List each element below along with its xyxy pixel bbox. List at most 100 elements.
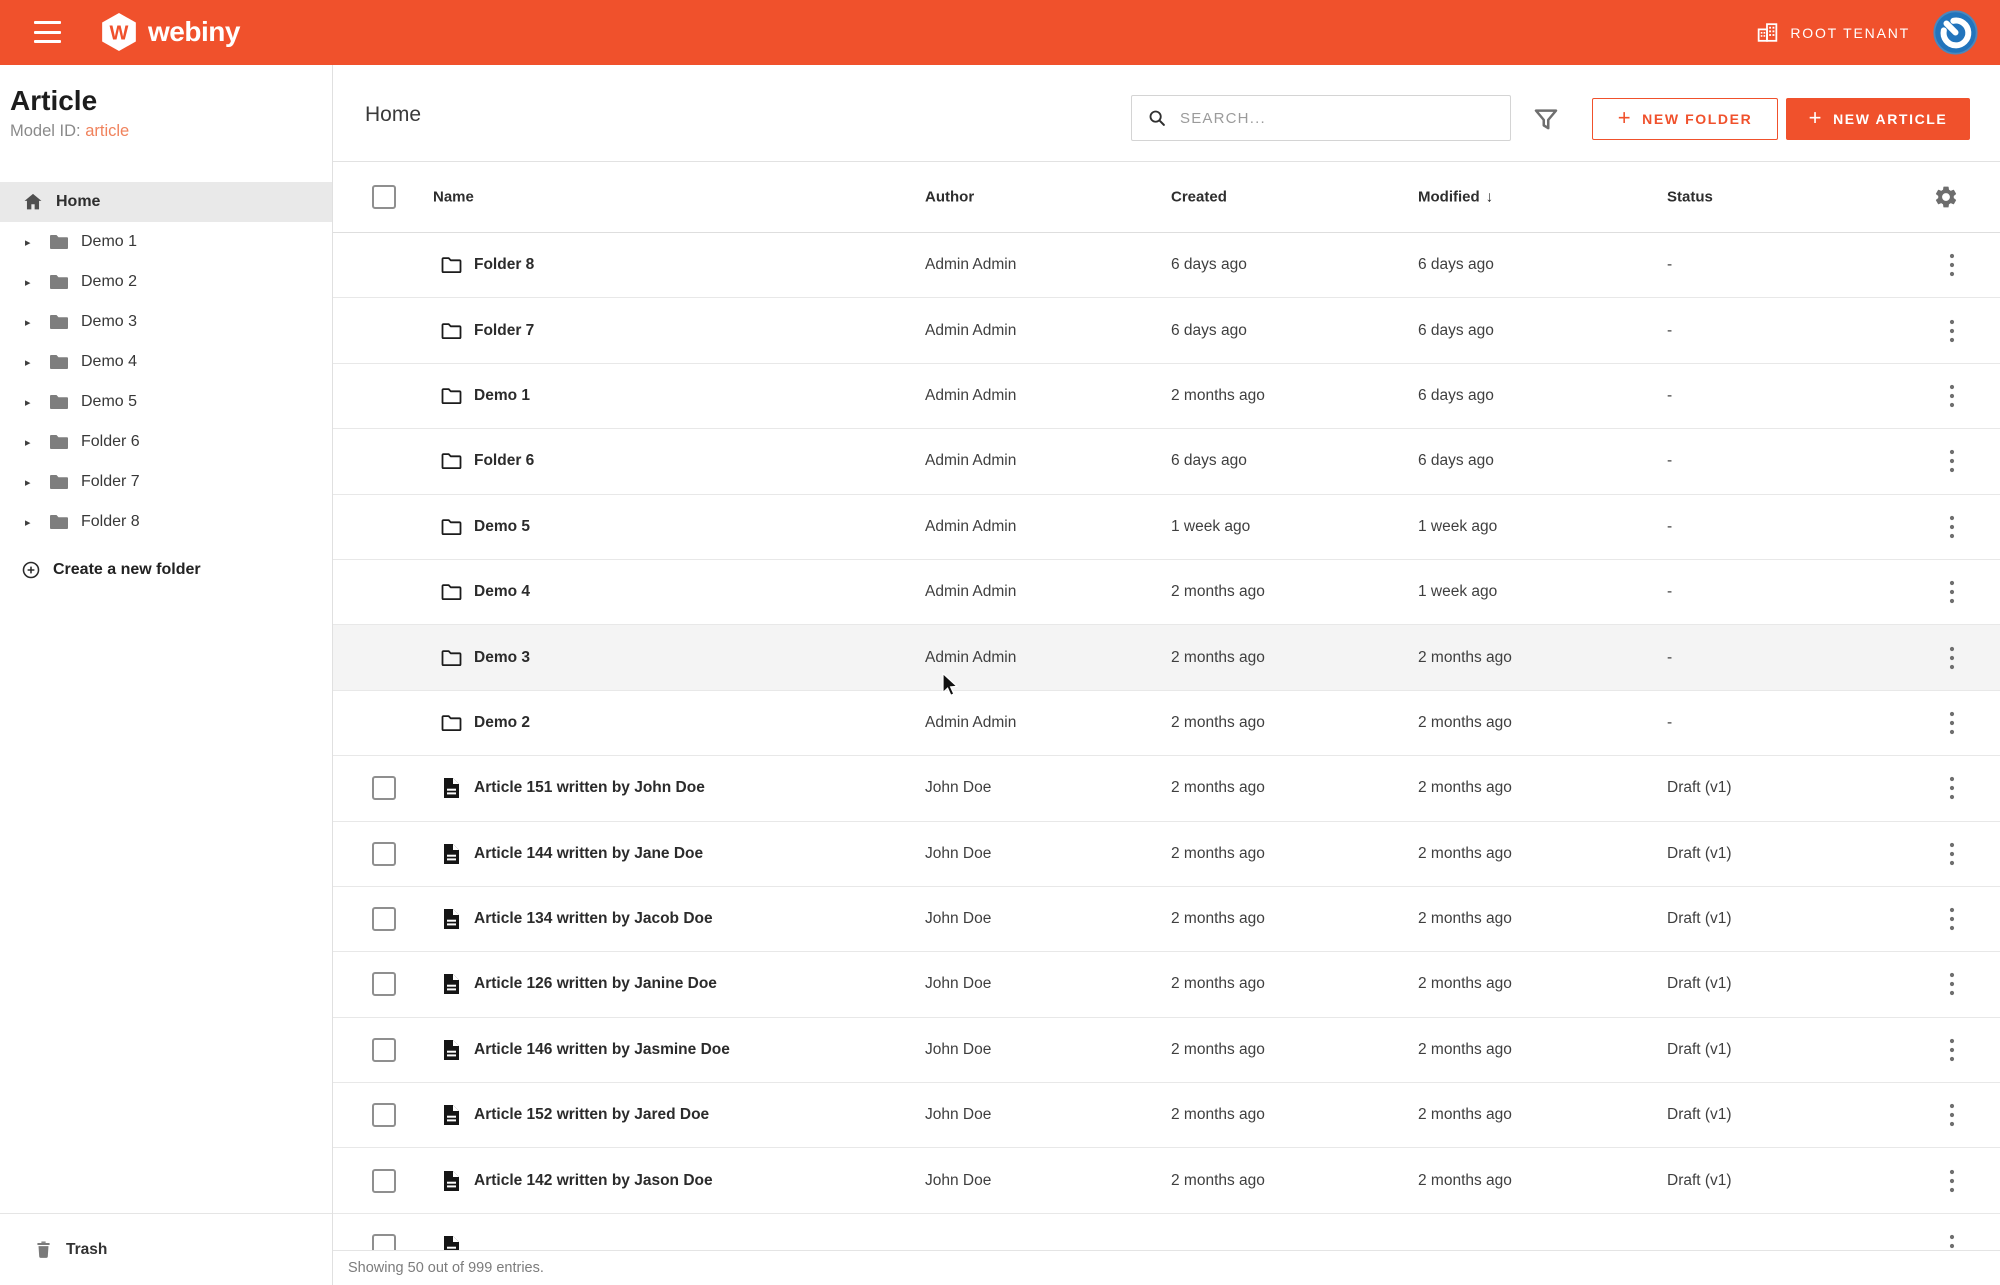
row-name[interactable]: Article 144 written by Jane Doe <box>474 845 703 863</box>
folder-icon <box>47 350 71 374</box>
row-checkbox[interactable] <box>372 1169 396 1193</box>
table-settings-gear-icon[interactable] <box>1933 184 1959 210</box>
row-actions-kebab-icon[interactable] <box>1939 1166 1965 1196</box>
row-author: John Doe <box>925 1172 991 1190</box>
create-folder-button[interactable]: Create a new folder <box>0 548 332 592</box>
column-header-author[interactable]: Author <box>925 189 974 206</box>
sidebar-folder-item[interactable]: ▸ Demo 4 <box>0 342 332 382</box>
row-actions-kebab-icon[interactable] <box>1939 708 1965 738</box>
column-header-created[interactable]: Created <box>1171 189 1227 206</box>
table-row[interactable]: Article 152 written by Jared Doe John Do… <box>333 1083 2000 1148</box>
row-actions-kebab-icon[interactable] <box>1939 969 1965 999</box>
table-row[interactable]: Folder 6 Admin Admin 6 days ago 6 days a… <box>333 429 2000 494</box>
row-name[interactable]: Article 151 written by John Doe <box>474 779 705 797</box>
folder-icon <box>47 230 71 254</box>
row-actions-kebab-icon[interactable] <box>1939 773 1965 803</box>
table-row[interactable]: Article 144 written by Jane Doe John Doe… <box>333 822 2000 887</box>
caret-right-icon[interactable]: ▸ <box>25 276 39 289</box>
column-header-status[interactable]: Status <box>1667 189 1713 206</box>
row-name[interactable]: Article 142 written by Jason Doe <box>474 1172 713 1190</box>
row-created: 6 days ago <box>1171 322 1247 340</box>
row-checkbox[interactable] <box>372 907 396 931</box>
row-created: 2 months ago <box>1171 714 1265 732</box>
sidebar-folder-item[interactable]: ▸ Demo 1 <box>0 222 332 262</box>
sidebar-folder-item[interactable]: ▸ Folder 7 <box>0 462 332 502</box>
row-checkbox[interactable] <box>372 1038 396 1062</box>
column-header-name[interactable]: Name <box>433 189 474 206</box>
row-actions-kebab-icon[interactable] <box>1939 577 1965 607</box>
row-actions-kebab-icon[interactable] <box>1939 1100 1965 1130</box>
caret-right-icon[interactable]: ▸ <box>25 436 39 449</box>
table-row[interactable]: Demo 4 Admin Admin 2 months ago 1 week a… <box>333 560 2000 625</box>
row-actions-kebab-icon[interactable] <box>1939 512 1965 542</box>
table-row[interactable]: Folder 8 Admin Admin 6 days ago 6 days a… <box>333 233 2000 298</box>
row-name[interactable]: Demo 2 <box>474 714 530 732</box>
table-row[interactable]: Demo 5 Admin Admin 1 week ago 1 week ago… <box>333 495 2000 560</box>
column-header-modified[interactable]: Modified↓ <box>1418 189 1493 206</box>
sidebar-folder-item[interactable]: ▸ Demo 2 <box>0 262 332 302</box>
caret-right-icon[interactable]: ▸ <box>25 396 39 409</box>
row-status: - <box>1667 256 1672 274</box>
row-actions-kebab-icon[interactable] <box>1939 381 1965 411</box>
row-checkbox[interactable] <box>372 972 396 996</box>
row-checkbox[interactable] <box>372 1103 396 1127</box>
tenant-switcher[interactable]: ROOT TENANT <box>1755 0 1910 65</box>
row-actions-kebab-icon[interactable] <box>1939 316 1965 346</box>
row-author: Admin Admin <box>925 714 1016 732</box>
row-name[interactable]: Folder 6 <box>474 452 534 470</box>
svg-text:W: W <box>110 22 129 44</box>
webiny-logo[interactable]: W webiny <box>99 12 240 52</box>
caret-right-icon[interactable]: ▸ <box>25 236 39 249</box>
row-actions-kebab-icon[interactable] <box>1939 446 1965 476</box>
row-name[interactable]: Demo 4 <box>474 583 530 601</box>
caret-right-icon[interactable]: ▸ <box>25 476 39 489</box>
caret-right-icon[interactable]: ▸ <box>25 516 39 529</box>
sidebar-folder-item[interactable]: ▸ Demo 5 <box>0 382 332 422</box>
trash-button[interactable]: Trash <box>0 1213 332 1285</box>
row-actions-kebab-icon[interactable] <box>1939 643 1965 673</box>
row-name[interactable]: Article 134 written by Jacob Doe <box>474 910 713 928</box>
select-all-checkbox[interactable] <box>372 185 396 209</box>
table-row[interactable]: Demo 3 Admin Admin 2 months ago 2 months… <box>333 625 2000 690</box>
search-input[interactable] <box>1168 96 1510 140</box>
filter-icon[interactable] <box>1531 105 1561 135</box>
row-actions-kebab-icon[interactable] <box>1939 1035 1965 1065</box>
sidebar-folder-item[interactable]: ▸ Folder 6 <box>0 422 332 462</box>
row-name[interactable]: Article 126 written by Janine Doe <box>474 975 717 993</box>
row-actions-kebab-icon[interactable] <box>1939 904 1965 934</box>
main-content: Home + NEW FOLDER + NEW ARTICLE <box>333 65 2000 1285</box>
table-row[interactable]: Article 146 written by Jasmine Doe John … <box>333 1018 2000 1083</box>
row-name[interactable]: Demo 5 <box>474 518 530 536</box>
row-name[interactable]: Demo 3 <box>474 649 530 667</box>
caret-right-icon[interactable]: ▸ <box>25 356 39 369</box>
table-row[interactable]: Article 142 written by Jason Doe John Do… <box>333 1148 2000 1213</box>
caret-right-icon[interactable]: ▸ <box>25 316 39 329</box>
table-row[interactable]: Folder 7 Admin Admin 6 days ago 6 days a… <box>333 298 2000 363</box>
table-row[interactable]: Article 126 written by Janine Doe John D… <box>333 952 2000 1017</box>
new-article-button[interactable]: + NEW ARTICLE <box>1786 98 1970 140</box>
row-checkbox[interactable] <box>372 842 396 866</box>
row-name[interactable]: Demo 1 <box>474 387 530 405</box>
row-name[interactable]: Folder 8 <box>474 256 534 274</box>
row-name[interactable]: Article 152 written by Jared Doe <box>474 1106 709 1124</box>
row-author: John Doe <box>925 1041 991 1059</box>
new-folder-button[interactable]: + NEW FOLDER <box>1592 98 1778 140</box>
row-actions-kebab-icon[interactable] <box>1939 250 1965 280</box>
row-name[interactable]: Folder 7 <box>474 322 534 340</box>
row-name[interactable]: Article 146 written by Jasmine Doe <box>474 1041 730 1059</box>
sidebar-folder-item[interactable]: ▸ Demo 3 <box>0 302 332 342</box>
sidebar-folder-item[interactable]: ▸ Folder 8 <box>0 502 332 542</box>
row-checkbox[interactable] <box>372 776 396 800</box>
row-actions-kebab-icon[interactable] <box>1939 839 1965 869</box>
table-row[interactable]: Article 134 written by Jacob Doe John Do… <box>333 887 2000 952</box>
row-status: Draft (v1) <box>1667 910 1732 928</box>
folder-icon <box>47 430 71 454</box>
menu-icon[interactable] <box>34 21 61 43</box>
row-status: Draft (v1) <box>1667 845 1732 863</box>
user-avatar[interactable] <box>1933 10 1978 55</box>
row-status: Draft (v1) <box>1667 1172 1732 1190</box>
table-row[interactable]: Demo 2 Admin Admin 2 months ago 2 months… <box>333 691 2000 756</box>
sidebar-item-home[interactable]: Home <box>0 182 332 222</box>
table-row[interactable]: Demo 1 Admin Admin 2 months ago 6 days a… <box>333 364 2000 429</box>
table-row[interactable]: Article 151 written by John Doe John Doe… <box>333 756 2000 821</box>
